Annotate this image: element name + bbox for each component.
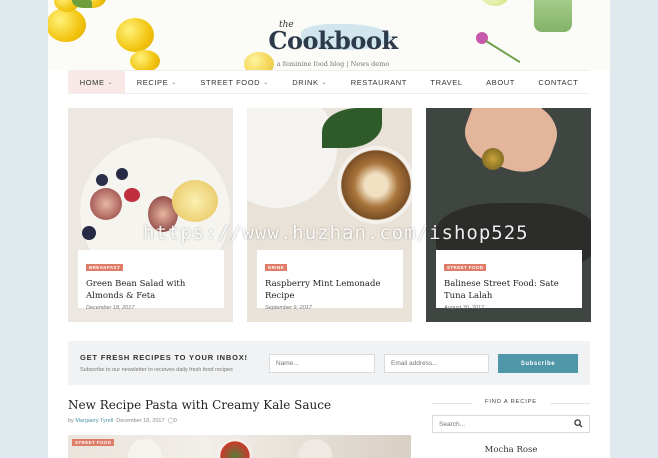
sidebar-search (432, 415, 590, 433)
spoon-image (482, 148, 504, 170)
site-logo[interactable]: the Cookbook a feminine food blog | News… (263, 12, 403, 68)
sidebar-heading: Find a recipe (485, 399, 537, 405)
card-caption: Breakfast Green Bean Salad with Almonds … (78, 250, 224, 311)
featured-card[interactable]: Street Food Balinese Street Food: Sate T… (426, 108, 591, 322)
site-tagline: a feminine food blog | News demo (276, 60, 390, 68)
nav-item-contact[interactable]: Contact (527, 71, 590, 93)
chevron-down-icon: ⌄ (171, 79, 177, 86)
nav-item-travel[interactable]: Travel (419, 71, 475, 93)
hand-image (456, 108, 566, 182)
category-tag[interactable]: Street Food (444, 264, 487, 271)
page: the Cookbook a feminine food blog | News… (48, 0, 610, 458)
email-input[interactable] (384, 354, 489, 373)
chevron-down-icon: ⌄ (321, 79, 328, 86)
card-date: September 9, 2017 (265, 305, 312, 311)
chevron-down-icon: ⌄ (107, 79, 114, 86)
featured-card[interactable]: Breakfast Green Bean Salad with Almonds … (68, 108, 233, 322)
lemon-decoration (116, 18, 154, 52)
jar-decoration (534, 0, 572, 32)
dish-image (298, 439, 332, 458)
featured-card[interactable]: Drink Raspberry Mint Lemonade Recipe Sep… (247, 108, 412, 322)
fruit-image (172, 180, 218, 222)
category-tag[interactable]: Drink (265, 264, 288, 271)
logo-text: Cookbook (268, 26, 398, 55)
card-caption: Street Food Balinese Street Food: Sate T… (436, 250, 582, 311)
dish-image (218, 439, 252, 458)
lemon-decoration (130, 50, 160, 70)
chevron-down-icon: ⌄ (263, 79, 269, 86)
sidebar-recipe-title[interactable]: Mocha Rose (432, 445, 590, 455)
watermark-text: https://www.huzhan.com/ishop525 (143, 222, 529, 244)
newsletter-title: Get fresh recipes to your inbox! (80, 353, 248, 362)
card-title[interactable]: Balinese Street Food: Sate Tuna Lalah (444, 278, 574, 302)
lime-decoration (482, 0, 508, 6)
newsletter-subtitle: Subscribe to our newsletter to receives … (80, 367, 233, 373)
fig-image (90, 188, 122, 220)
newsletter-box: Get fresh recipes to your inbox! Subscri… (68, 341, 590, 385)
name-input[interactable] (269, 354, 375, 373)
stem-decoration (485, 40, 521, 64)
lemon-decoration (48, 8, 86, 42)
leaf-image (322, 108, 382, 148)
comment-count[interactable]: 0 (174, 418, 177, 424)
nav-item-home[interactable]: Home ⌄ (68, 71, 125, 93)
post-author[interactable]: Margaery Tyrell (75, 418, 113, 424)
site-header: the Cookbook a feminine food blog | News… (48, 0, 610, 70)
category-tag[interactable]: Breakfast (86, 264, 124, 271)
subscribe-button[interactable]: Subscribe (498, 354, 578, 373)
post-meta: by Margaery Tyrell December 18, 2017 ◯0 (68, 418, 177, 424)
post-image[interactable]: Street Food (68, 435, 411, 458)
berry-image (82, 226, 96, 240)
nav-item-restaurant[interactable]: Restaurant (339, 71, 419, 93)
dish-image (128, 439, 162, 458)
nav-item-recipe[interactable]: Recipe ⌄ (125, 71, 189, 93)
berry-image (96, 174, 108, 186)
post-title[interactable]: New Recipe Pasta with Creamy Kale Sauce (68, 398, 331, 412)
card-title[interactable]: Raspberry Mint Lemonade Recipe (265, 278, 395, 302)
berry-image (116, 168, 128, 180)
nav-item-about[interactable]: About (474, 71, 526, 93)
search-input[interactable] (433, 416, 569, 432)
card-date: August 30, 2017 (444, 305, 485, 311)
card-caption: Drink Raspberry Mint Lemonade Recipe Sep… (257, 250, 403, 311)
raspberry-image (124, 188, 140, 202)
category-tag[interactable]: Street Food (72, 439, 115, 446)
main-nav: Home ⌄ Recipe ⌄ Street Food ⌄ Drink ⌄ Restau… (68, 70, 590, 94)
nav-item-drink[interactable]: Drink ⌄ (281, 71, 339, 93)
nav-item-street-food[interactable]: Street Food ⌄ (189, 71, 281, 93)
post-date: December 18, 2017 (116, 418, 165, 424)
divider (550, 403, 590, 404)
coffee-cup-image (337, 146, 412, 224)
search-icon[interactable] (574, 419, 583, 428)
card-date: December 18, 2017 (86, 305, 135, 311)
card-title[interactable]: Green Bean Salad with Almonds & Feta (86, 278, 216, 302)
